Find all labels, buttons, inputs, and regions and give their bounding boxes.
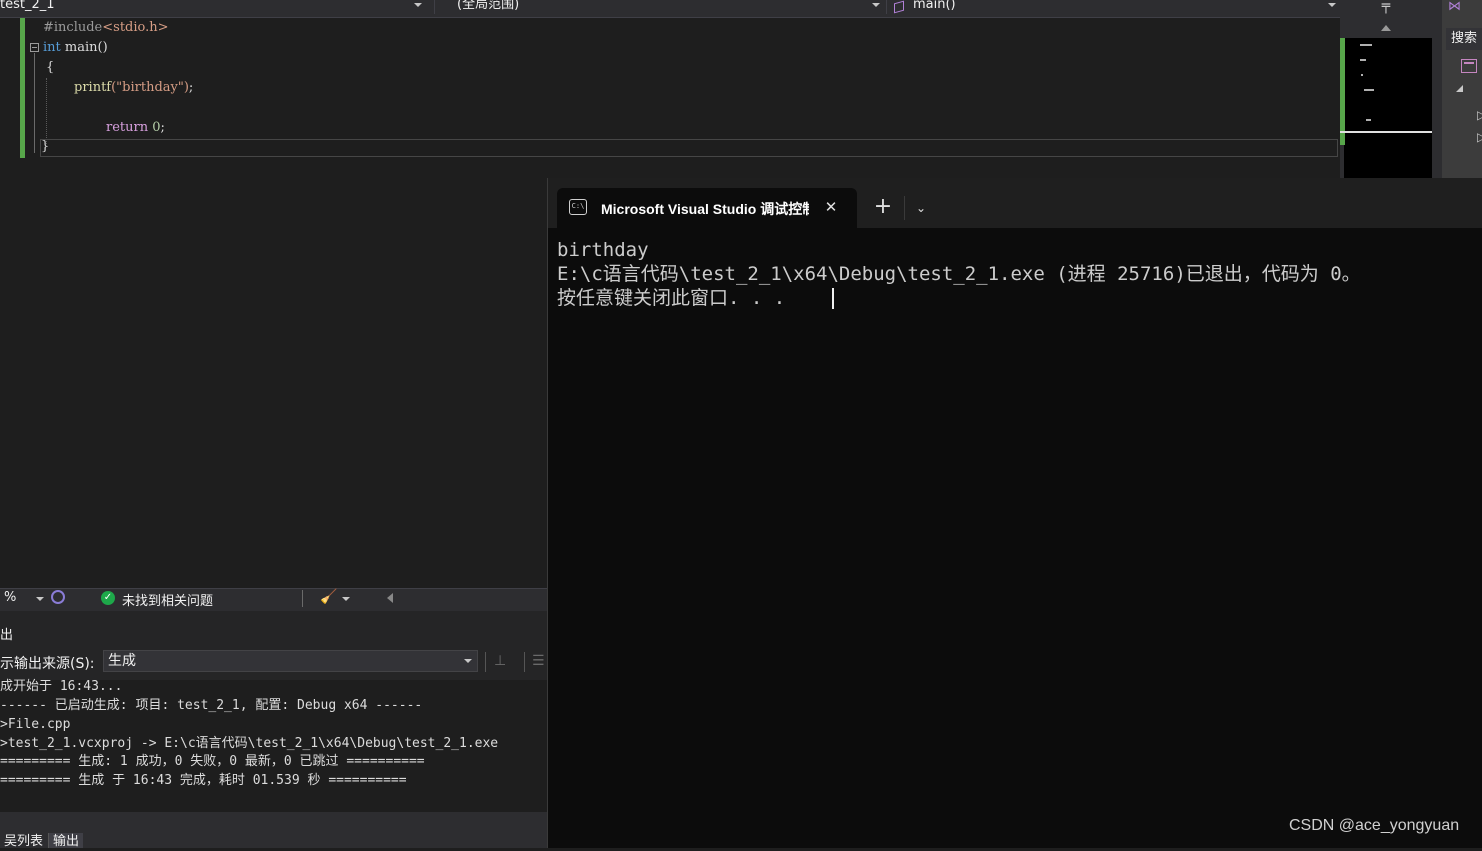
scope-dropdown-label: (全局范围) <box>457 0 520 12</box>
code-line-4: printf("birthday"); <box>74 78 193 98</box>
minimap-line <box>1360 59 1366 61</box>
divider <box>302 590 303 607</box>
chevron-down-icon[interactable] <box>342 597 350 601</box>
cube-icon <box>894 0 904 14</box>
clear-all-icon[interactable]: ☰ <box>532 653 545 669</box>
code-line-7: } <box>41 137 49 157</box>
collapse-icon[interactable] <box>30 43 39 52</box>
close-icon[interactable]: ✕ <box>822 197 840 217</box>
code-line-3: { <box>46 58 54 78</box>
check-circle-icon: ✓ <box>101 591 115 605</box>
change-indicator-bar <box>20 18 25 158</box>
minimap-line <box>1361 74 1363 76</box>
zoom-level[interactable]: % <box>4 590 16 605</box>
tab-output[interactable]: 输出 <box>48 833 84 849</box>
console-icon: C:\ <box>569 199 587 215</box>
divider <box>485 652 486 672</box>
chevron-down-icon <box>1328 3 1336 7</box>
intellicode-icon[interactable] <box>51 590 65 604</box>
minimap-line <box>1360 44 1372 46</box>
output-source-label: 示输出来源(S): <box>0 656 95 672</box>
scope-dropdown[interactable]: (全局范围) <box>434 0 884 14</box>
function-signature: main() <box>60 40 108 55</box>
output-line: ========= 生成 于 16:43 完成，耗时 01.539 秒 ====… <box>0 773 407 788</box>
expand-triangle-icon[interactable] <box>1456 85 1463 92</box>
scroll-up-icon[interactable] <box>1381 25 1391 31</box>
string-literal: ("birthday") <box>111 80 189 95</box>
chevron-down-icon <box>872 3 880 7</box>
keyword-return: return <box>106 120 149 135</box>
include-header: <stdio.h> <box>102 20 169 35</box>
panel-icon[interactable] <box>1461 59 1477 73</box>
divider <box>524 652 525 672</box>
code-line-1: #include<stdio.h> <box>43 18 169 38</box>
indent-guide <box>46 78 47 144</box>
code-line-2: int main() <box>43 38 108 58</box>
plus-icon[interactable]: + <box>872 196 894 218</box>
output-source-value: 生成 <box>108 653 136 669</box>
horizontal-scrollbar[interactable] <box>0 812 547 832</box>
visual-studio-icon[interactable]: ⋈ <box>1448 0 1470 16</box>
output-line: ------ 已启动生成: 项目: test_2_1, 配置: Debug x6… <box>0 698 423 713</box>
semicolon: ; <box>160 120 165 135</box>
current-line-highlight <box>40 139 1338 157</box>
output-line: ========= 生成: 1 成功，0 失败，0 最新，0 已跳过 =====… <box>0 754 425 769</box>
chevron-down-icon <box>414 3 422 7</box>
chevron-right-icon[interactable]: ▷ <box>1477 108 1482 122</box>
output-source-select[interactable]: 生成 <box>103 650 478 672</box>
printf-call: printf <box>74 80 112 95</box>
watermark: CSDN @ace_yongyuan <box>1289 817 1460 834</box>
console-output-line: E:\c语言代码\test_2_1\x64\Debug\test_2_1.exe… <box>557 263 1361 285</box>
semicolon: ; <box>188 80 194 95</box>
chevron-right-icon[interactable]: ▷ <box>1477 130 1482 144</box>
tab-error-list[interactable]: 吴列表 <box>0 833 47 849</box>
member-dropdown[interactable]: main() <box>886 0 1340 14</box>
minimap-viewport-marker <box>1340 131 1432 133</box>
minimap-line <box>1366 119 1371 121</box>
issues-status[interactable]: 未找到相关问题 <box>122 590 213 609</box>
text-cursor <box>832 288 834 309</box>
code-minimap[interactable] <box>1344 38 1432 178</box>
divider <box>904 196 905 220</box>
scroll-left-icon[interactable] <box>387 593 393 603</box>
project-dropdown[interactable]: test_2_1 <box>0 0 426 14</box>
return-value: 0 <box>148 120 161 135</box>
minimap-line <box>1364 89 1374 91</box>
output-line: >test_2_1.vcxproj -> E:\c语言代码\test_2_1\x… <box>0 736 499 751</box>
search-button[interactable]: 搜索 <box>1446 28 1482 50</box>
output-line: >File.cpp <box>0 717 71 732</box>
code-line-6: return 0; <box>106 118 165 138</box>
keyword-int: int <box>43 40 61 55</box>
output-line: 成开始于 16:43... <box>0 679 123 694</box>
minimap-change-bar <box>1340 38 1345 145</box>
editor-status-bar <box>0 588 547 611</box>
fold-line <box>34 53 35 153</box>
output-panel-title: 出 <box>0 628 14 643</box>
console-output-line: birthday <box>557 239 649 261</box>
close-brace: } <box>41 139 50 154</box>
chevron-down-icon[interactable]: ⌄ <box>912 198 930 218</box>
member-dropdown-label: main() <box>913 0 956 12</box>
chevron-down-icon[interactable] <box>464 659 472 663</box>
open-brace: { <box>46 60 55 75</box>
split-icon[interactable]: ╤ <box>1374 0 1398 14</box>
chevron-down-icon[interactable] <box>36 597 44 601</box>
project-dropdown-label: test_2_1 <box>0 0 55 12</box>
console-output-line: 按任意键关闭此窗口. . . <box>557 287 786 309</box>
console-tab-title: Microsoft Visual Studio 调试控制台 <box>601 201 809 217</box>
broom-icon[interactable]: 🧹 <box>320 589 337 605</box>
preprocessor-directive: #include <box>43 20 103 35</box>
find-message-icon[interactable]: ⊥ <box>494 653 506 669</box>
